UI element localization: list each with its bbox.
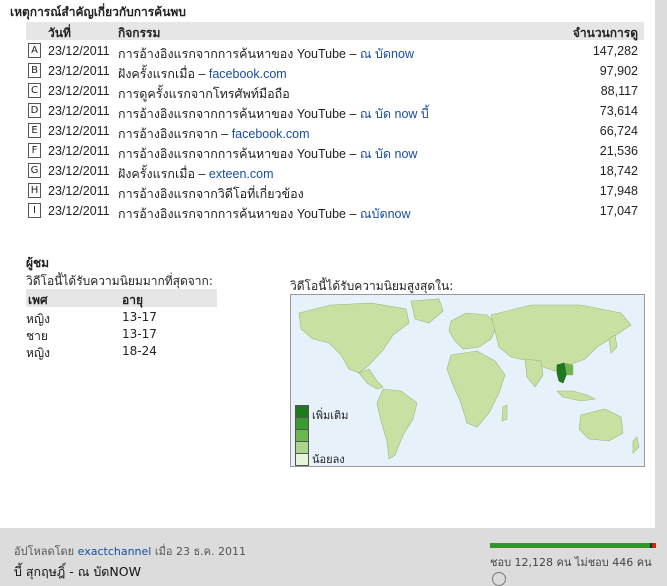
table-row: A 23/12/2011 การอ้างอิงแรกจากการค้นหาของ Y… xyxy=(26,41,644,61)
table-row: B 23/12/2011 ฝังครั้งแรกเมื่อ – facebook.c… xyxy=(26,61,644,81)
uploaded-by-prefix: อัปโหลดโดย xyxy=(14,545,78,558)
event-link[interactable]: ณบัดnow xyxy=(360,207,411,221)
event-date: 23/12/2011 xyxy=(48,104,110,118)
event-count: 21,536 xyxy=(599,144,638,158)
event-link[interactable]: facebook.com xyxy=(232,127,310,141)
event-count: 97,902 xyxy=(599,64,638,78)
event-marker[interactable]: G xyxy=(28,163,41,178)
map-legend xyxy=(295,405,309,466)
rating-bar xyxy=(490,543,656,548)
map-region-india xyxy=(524,358,544,388)
event-text: การอ้างอิงแรกจากการค้นหาของ YouTube – xyxy=(118,207,360,221)
event-date: 23/12/2011 xyxy=(48,124,110,138)
event-text: การอ้างอิงแรกจากการค้นหาของ YouTube – xyxy=(118,107,360,121)
event-count: 66,724 xyxy=(599,124,638,138)
event-count: 73,614 xyxy=(599,104,638,118)
viewer-gender: หญิง xyxy=(26,346,50,360)
table-row: หญิง 13-17 xyxy=(26,310,217,326)
table-row: ชาย 13-17 xyxy=(26,327,217,343)
event-link[interactable]: ณ บัด now xyxy=(360,147,418,161)
event-activity: การอ้างอิงแรกจากการค้นหาของ YouTube – ณบ… xyxy=(118,204,411,224)
event-marker[interactable]: D xyxy=(28,103,41,118)
table-row: G 23/12/2011 ฝังครั้งแรกเมื่อ – exteen.com… xyxy=(26,161,644,181)
map-region-new-zealand xyxy=(632,436,640,454)
event-text: การอ้างอิงแรกจากการค้นหาของ YouTube – xyxy=(118,147,360,161)
event-date: 23/12/2011 xyxy=(48,44,110,58)
table-row: F 23/12/2011 การอ้างอิงแรกจากการค้นหาของ Y… xyxy=(26,141,644,161)
legend-swatch xyxy=(295,454,309,466)
event-marker[interactable]: F xyxy=(28,143,41,158)
event-count: 88,117 xyxy=(600,84,638,98)
viewer-age: 13-17 xyxy=(122,327,157,341)
event-marker[interactable]: E xyxy=(28,123,41,138)
event-marker[interactable]: H xyxy=(28,183,41,198)
event-date: 23/12/2011 xyxy=(48,164,110,178)
event-text: การดูครั้งแรกจากโทรศัพท์มือถือ xyxy=(118,87,290,101)
event-marker[interactable]: C xyxy=(28,83,41,98)
table-row: C 23/12/2011 การดูครั้งแรกจากโทรศัพท์มือถื… xyxy=(26,81,644,101)
map-region-africa xyxy=(446,350,506,428)
legend-swatch xyxy=(295,418,309,430)
map-region-south-america xyxy=(376,388,418,460)
table-row: E 23/12/2011 การอ้างอิงแรกจาก – facebook.c… xyxy=(26,121,644,141)
viewer-age: 13-17 xyxy=(122,310,157,324)
options-icon[interactable] xyxy=(492,572,506,586)
map-region-madagascar xyxy=(501,404,508,422)
viewer-age: 18-24 xyxy=(122,344,157,358)
map-region-indonesia xyxy=(556,390,596,402)
events-table-header: วันที่ กิจกรรม จำนวนการดู xyxy=(26,22,644,40)
event-marker[interactable]: B xyxy=(28,63,41,78)
event-count: 17,047 xyxy=(599,204,638,218)
legend-less-label: น้อยลง xyxy=(312,450,345,466)
header-gender: เพศ xyxy=(28,293,48,307)
stats-panel: เหตุการณ์สำคัญเกี่ยวกับการค้นพบ วันที่ ก… xyxy=(0,0,655,528)
table-row: D 23/12/2011 การอ้างอิงแรกจากการค้นหาของ Y… xyxy=(26,101,644,121)
map-region-greenland xyxy=(410,298,444,324)
event-link[interactable]: ณ บัด now บี้ xyxy=(360,107,429,121)
rating-like-fill xyxy=(490,543,651,548)
upload-info: อัปโหลดโดย exactchannel เมื่อ 23 ธ.ค. 20… xyxy=(14,542,246,560)
event-link[interactable]: facebook.com xyxy=(209,67,287,81)
event-link[interactable]: ณ บัดnow xyxy=(360,47,414,61)
event-count: 17,948 xyxy=(599,184,638,198)
table-row: หญิง 18-24 xyxy=(26,344,217,360)
legend-swatch xyxy=(295,430,309,442)
event-text: การอ้างอิงแรกจาก – xyxy=(118,127,232,141)
viewers-section-title: ผู้ชม xyxy=(26,256,50,270)
rating-dislike-fill xyxy=(652,543,656,548)
video-title: บี้ สุกฤษฎิ์ - ณ บัดNOW xyxy=(14,564,141,579)
likes-count: ชอบ 12,128 คน ไม่ชอบ 446 คน xyxy=(490,556,652,569)
legend-more-label: เพิ่มเติม xyxy=(312,406,349,424)
table-row: I 23/12/2011 การอ้างอิงแรกจากการค้นหาของ Y… xyxy=(26,201,644,221)
event-text: การอ้างอิงแรกจากการค้นหาของ YouTube – xyxy=(118,47,360,61)
event-date: 23/12/2011 xyxy=(48,204,110,218)
event-date: 23/12/2011 xyxy=(48,84,110,98)
events-section-title: เหตุการณ์สำคัญเกี่ยวกับการค้นพบ xyxy=(10,5,186,19)
world-map[interactable]: เพิ่มเติม น้อยลง xyxy=(290,294,645,467)
event-marker[interactable]: I xyxy=(28,203,41,218)
event-date: 23/12/2011 xyxy=(48,184,110,198)
map-region-north-america xyxy=(298,302,410,374)
map-region-australia xyxy=(578,408,624,442)
uploaded-on: เมื่อ 23 ธ.ค. 2011 xyxy=(151,545,247,558)
map-region-central-america xyxy=(358,368,384,390)
event-text: ฝังครั้งแรกเมื่อ – xyxy=(118,167,209,181)
map-region-europe xyxy=(448,312,498,350)
world-map-svg xyxy=(298,298,640,460)
uploader-link[interactable]: exactchannel xyxy=(78,545,152,558)
header-age: อายุ xyxy=(122,293,143,307)
event-count: 18,742 xyxy=(599,164,638,178)
table-row: H 23/12/2011 การอ้างอิงแรกจากวิดีโอที่เกี่… xyxy=(26,181,644,201)
event-count: 147,282 xyxy=(592,44,638,58)
event-marker[interactable]: A xyxy=(28,43,41,58)
event-date: 23/12/2011 xyxy=(48,144,110,158)
event-link[interactable]: exteen.com xyxy=(209,167,274,181)
demographics-header: เพศ อายุ xyxy=(26,289,217,307)
event-text: ฝังครั้งแรกเมื่อ – xyxy=(118,67,209,81)
event-date: 23/12/2011 xyxy=(48,64,110,78)
legend-swatch xyxy=(295,442,309,454)
event-text: การอ้างอิงแรกจากวิดีโอที่เกี่ยวข้อง xyxy=(118,187,304,201)
legend-swatch xyxy=(295,405,309,418)
